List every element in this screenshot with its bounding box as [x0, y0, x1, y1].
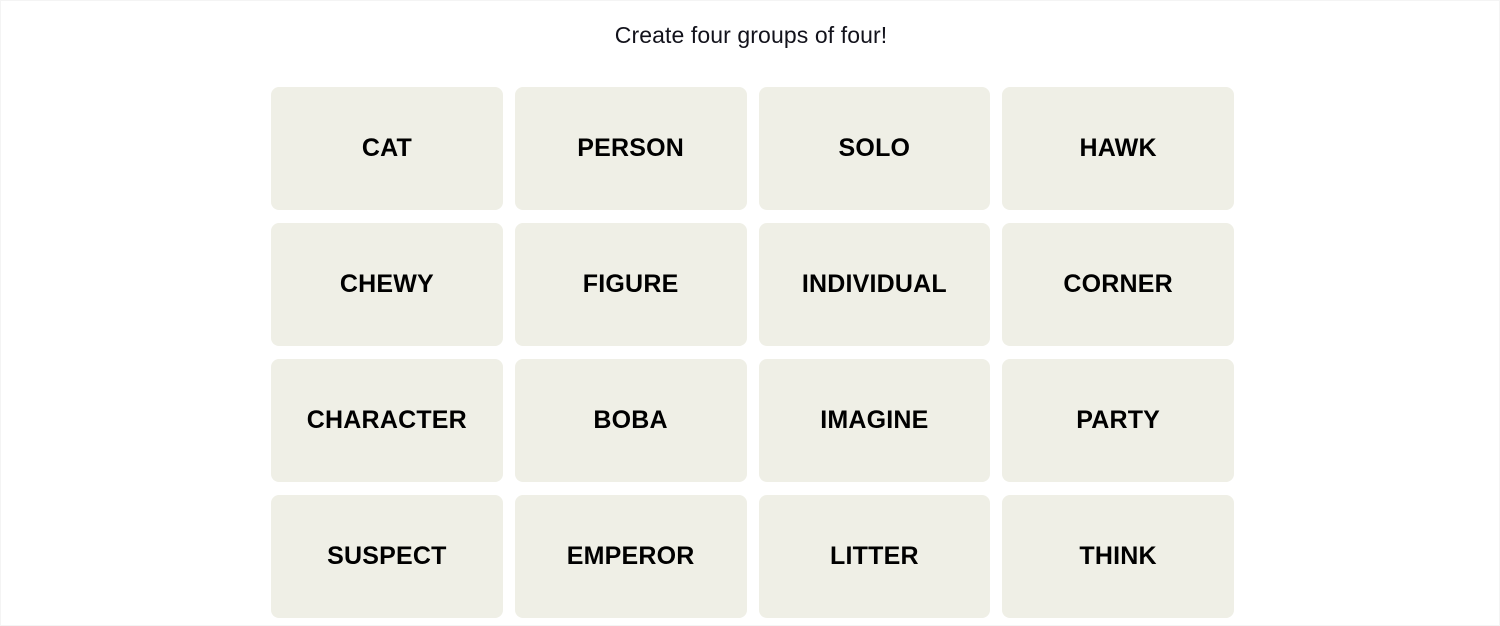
page-title: Create four groups of four! [614, 22, 888, 48]
word-tile-label: PARTY [1076, 406, 1161, 435]
word-tile-grid: CAT PERSON SOLO HAWK CHEWY FIGURE INDIVI… [271, 87, 1234, 618]
word-tile[interactable]: PERSON [514, 87, 747, 210]
word-tile[interactable]: THINK [1002, 495, 1234, 618]
word-tile-label: BOBA [593, 406, 668, 435]
word-tile-label: CAT [361, 134, 412, 163]
word-tile[interactable]: IMAGINE [758, 359, 991, 482]
word-tile-label: SUSPECT [327, 542, 447, 571]
word-tile-label: PERSON [577, 134, 685, 163]
word-tile[interactable]: HAWK [1002, 87, 1234, 210]
word-tile-label: CHEWY [339, 270, 434, 299]
word-tile-label: HAWK [1079, 134, 1157, 163]
word-tile[interactable]: INDIVIDUAL [758, 223, 991, 346]
word-tile-label: SOLO [838, 134, 911, 163]
word-tile-label: LITTER [830, 542, 919, 571]
word-tile[interactable]: SUSPECT [271, 495, 503, 618]
word-tile[interactable]: BOBA [514, 359, 747, 482]
word-tile[interactable]: FIGURE [514, 223, 747, 346]
word-tile[interactable]: PARTY [1002, 359, 1234, 482]
word-tile-label: FIGURE [582, 270, 679, 299]
word-tile-label: THINK [1079, 542, 1157, 571]
word-tile-label: CHARACTER [306, 406, 467, 435]
word-tile-label: IMAGINE [820, 406, 929, 435]
word-tile-label: INDIVIDUAL [801, 270, 947, 299]
connections-game-page: Create four groups of four! CAT PERSON S… [0, 0, 1500, 626]
word-tile-label: CORNER [1063, 270, 1173, 299]
word-tile[interactable]: EMPEROR [514, 495, 747, 618]
word-tile[interactable]: SOLO [758, 87, 991, 210]
word-tile[interactable]: LITTER [758, 495, 991, 618]
word-tile[interactable]: CORNER [1002, 223, 1234, 346]
word-tile[interactable]: CHARACTER [271, 359, 503, 482]
word-tile-label: EMPEROR [566, 542, 695, 571]
word-tile[interactable]: CAT [271, 87, 503, 210]
word-tile[interactable]: CHEWY [271, 223, 503, 346]
